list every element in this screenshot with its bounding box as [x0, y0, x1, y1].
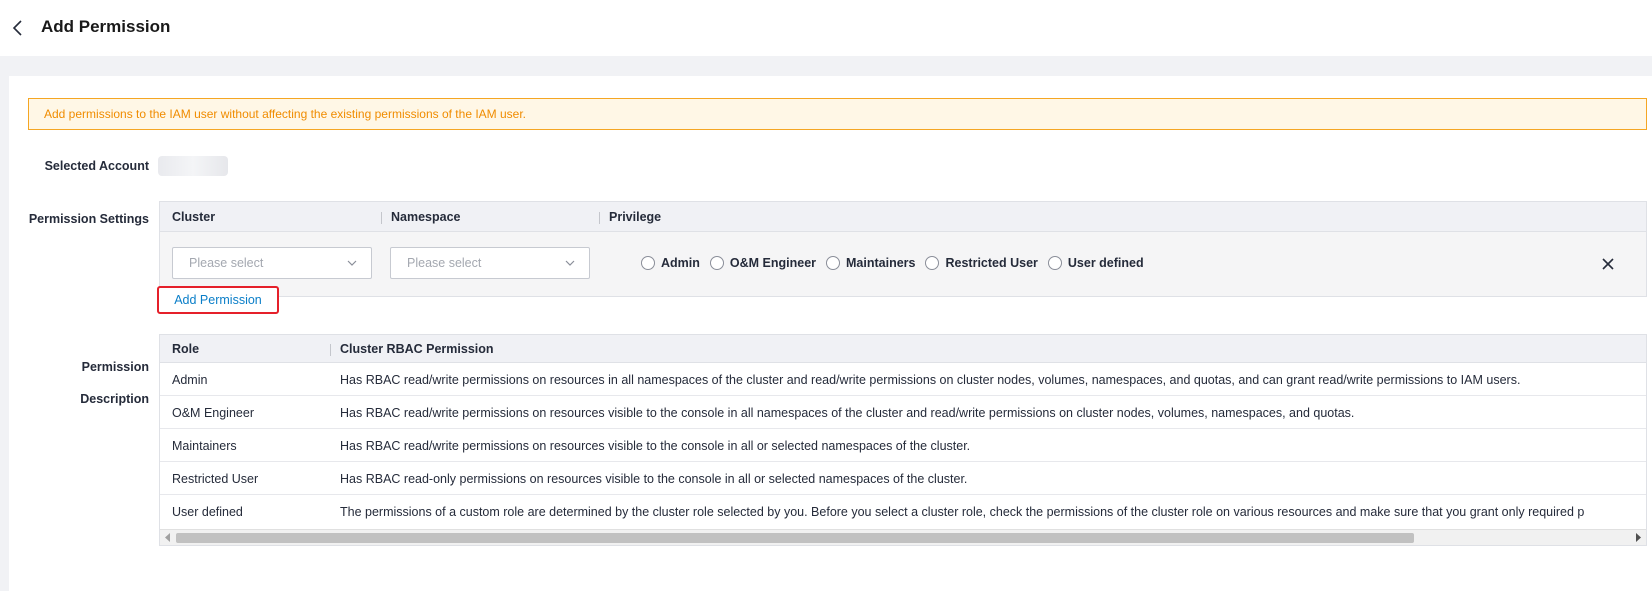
- scroll-right-arrow-icon[interactable]: [1634, 533, 1642, 542]
- permission-description-table: Role Cluster RBAC Permission Admin Has R…: [159, 334, 1647, 546]
- permission-description-label-line2: Description: [80, 392, 149, 406]
- column-header-cluster-rbac-permission: Cluster RBAC Permission: [330, 342, 494, 356]
- radio-circle[interactable]: [709, 256, 724, 270]
- radio-admin[interactable]: Admin: [641, 256, 700, 270]
- permission-cell: Has RBAC read/write permissions on resou…: [340, 439, 971, 453]
- table-row: O&M Engineer Has RBAC read/write permiss…: [160, 396, 1646, 429]
- radio-circle[interactable]: [641, 256, 655, 270]
- role-cell: Maintainers: [172, 439, 237, 453]
- radio-label-restricted-user: Restricted User: [945, 256, 1038, 270]
- role-cell: Restricted User: [172, 472, 259, 486]
- radio-label-admin: Admin: [661, 256, 700, 270]
- role-cell: Admin: [172, 373, 208, 387]
- table-row: Maintainers Has RBAC read/write permissi…: [160, 429, 1646, 462]
- namespace-select[interactable]: Please select: [390, 247, 590, 279]
- add-permission-button[interactable]: Add Permission: [157, 286, 279, 314]
- radio-user-defined[interactable]: User defined: [1047, 256, 1144, 270]
- radio-restricted-user[interactable]: Restricted User: [925, 256, 1038, 270]
- permission-cell: Has RBAC read/write permissions on resou…: [340, 373, 1521, 387]
- chevron-down-icon: [347, 260, 357, 266]
- column-header-cluster: Cluster: [172, 210, 216, 224]
- permission-description-label: Permission: [81, 360, 149, 374]
- chevron-down-icon: [565, 260, 575, 266]
- permission-cell: Has RBAC read/write permissions on resou…: [340, 406, 1355, 420]
- selected-account-value-redacted: [158, 156, 228, 176]
- radio-circle[interactable]: [1047, 256, 1062, 270]
- top-bar: Add Permission: [0, 0, 1652, 56]
- back-arrow-icon[interactable]: [11, 18, 25, 38]
- role-cell: User defined: [172, 505, 243, 519]
- permission-cell: Has RBAC read-only permissions on resour…: [340, 472, 968, 486]
- cluster-select[interactable]: Please select: [172, 247, 372, 279]
- radio-label-om-engineer: O&M Engineer: [729, 256, 817, 270]
- page-title: Add Permission: [41, 17, 171, 36]
- selected-account-label: Selected Account: [44, 159, 149, 173]
- close-icon[interactable]: [1600, 256, 1616, 272]
- permission-settings-header: Cluster Namespace Privilege: [160, 202, 1646, 232]
- column-header-namespace: Namespace: [381, 210, 461, 224]
- radio-om-engineer[interactable]: O&M Engineer: [709, 256, 817, 270]
- radio-label-user-defined: User defined: [1067, 256, 1144, 270]
- horizontal-scrollbar[interactable]: [160, 529, 1646, 545]
- radio-maintainers[interactable]: Maintainers: [826, 256, 915, 270]
- column-header-privilege: Privilege: [598, 210, 662, 224]
- content-panel: Add permissions to the IAM user without …: [9, 76, 1652, 591]
- radio-label-maintainers: Maintainers: [846, 256, 916, 270]
- cluster-select-placeholder: Please select: [189, 256, 264, 270]
- info-notice: Add permissions to the IAM user without …: [28, 98, 1647, 130]
- column-header-role: Role: [172, 342, 200, 356]
- radio-circle[interactable]: [925, 256, 940, 270]
- permission-settings-table: Cluster Namespace Privilege Please selec…: [159, 201, 1647, 297]
- privilege-radio-group: Admin O&M Engineer Maintainers Restricte…: [641, 256, 1154, 270]
- description-table-header: Role Cluster RBAC Permission: [160, 335, 1646, 363]
- table-row: User defined The permissions of a custom…: [160, 495, 1646, 528]
- scrollbar-thumb[interactable]: [176, 533, 1414, 543]
- table-row: Restricted User Has RBAC read-only permi…: [160, 462, 1646, 495]
- scroll-left-arrow-icon[interactable]: [164, 533, 172, 542]
- permission-settings-label: Permission Settings: [28, 212, 149, 226]
- namespace-select-placeholder: Please select: [407, 256, 482, 270]
- table-row: Admin Has RBAC read/write permissions on…: [160, 363, 1646, 396]
- role-cell: O&M Engineer: [172, 406, 254, 420]
- radio-circle[interactable]: [826, 256, 841, 270]
- permission-cell: The permissions of a custom role are det…: [340, 505, 1585, 519]
